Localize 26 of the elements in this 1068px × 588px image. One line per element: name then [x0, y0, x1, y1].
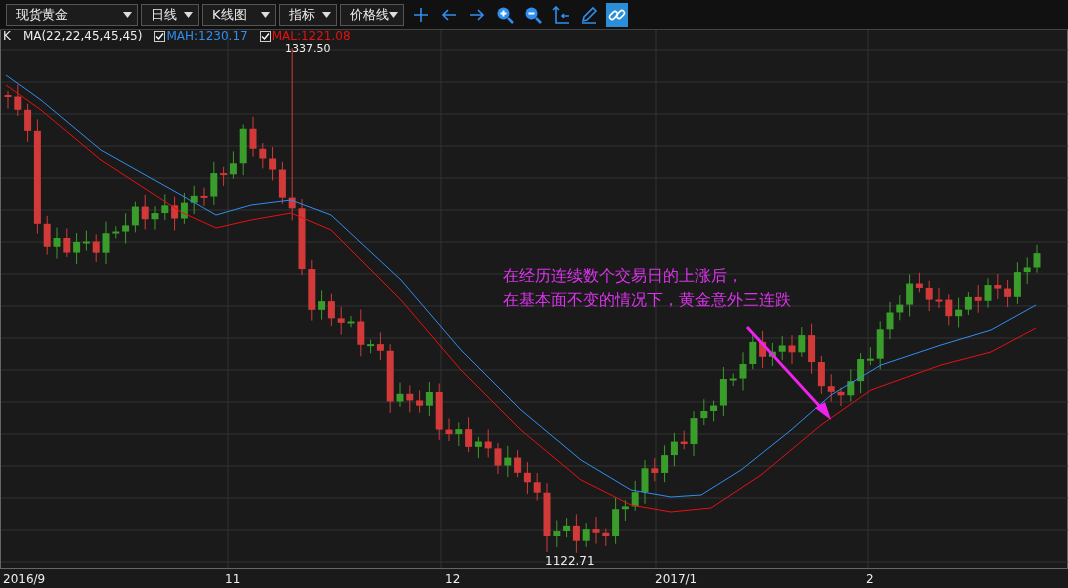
dropdown[interactable]: K线图: [202, 3, 276, 26]
checkbox[interactable]: [259, 31, 271, 42]
dropdown[interactable]: 日线: [141, 3, 199, 26]
dropdown[interactable]: 指标: [279, 3, 337, 26]
indicator-value: MAL:1221.08: [271, 30, 351, 43]
caret-icon: [261, 11, 270, 18]
axis-label: 2016/9: [3, 572, 46, 586]
dropdown[interactable]: 现货黄金: [6, 3, 138, 26]
caret-icon: [322, 11, 331, 18]
caret-icon: [123, 11, 132, 18]
low-price-label: 1122.71: [545, 554, 595, 568]
indicator-label: MA(22,22,45,45,45): [22, 30, 143, 43]
annotation-text: 在经历连续数个交易日的上涨后，: [503, 265, 744, 287]
axis-label: 2: [866, 572, 874, 586]
indicator-value: MAH:1230.17: [166, 30, 248, 43]
axis-label: 12: [445, 572, 461, 586]
high-price-label: 1337.50: [285, 43, 331, 55]
chart-type-label: K: [3, 30, 11, 43]
axis-label: 11: [225, 572, 241, 586]
caret-icon: [184, 11, 193, 18]
annotation-text: 在基本面不变的情况下，黄金意外三连跌: [503, 289, 791, 311]
checkbox[interactable]: [154, 31, 166, 42]
caret-icon: [389, 11, 398, 18]
link-icon[interactable]: [606, 2, 628, 27]
axis-label: 2017/1: [655, 572, 698, 586]
dropdown[interactable]: 价格线: [340, 3, 404, 26]
